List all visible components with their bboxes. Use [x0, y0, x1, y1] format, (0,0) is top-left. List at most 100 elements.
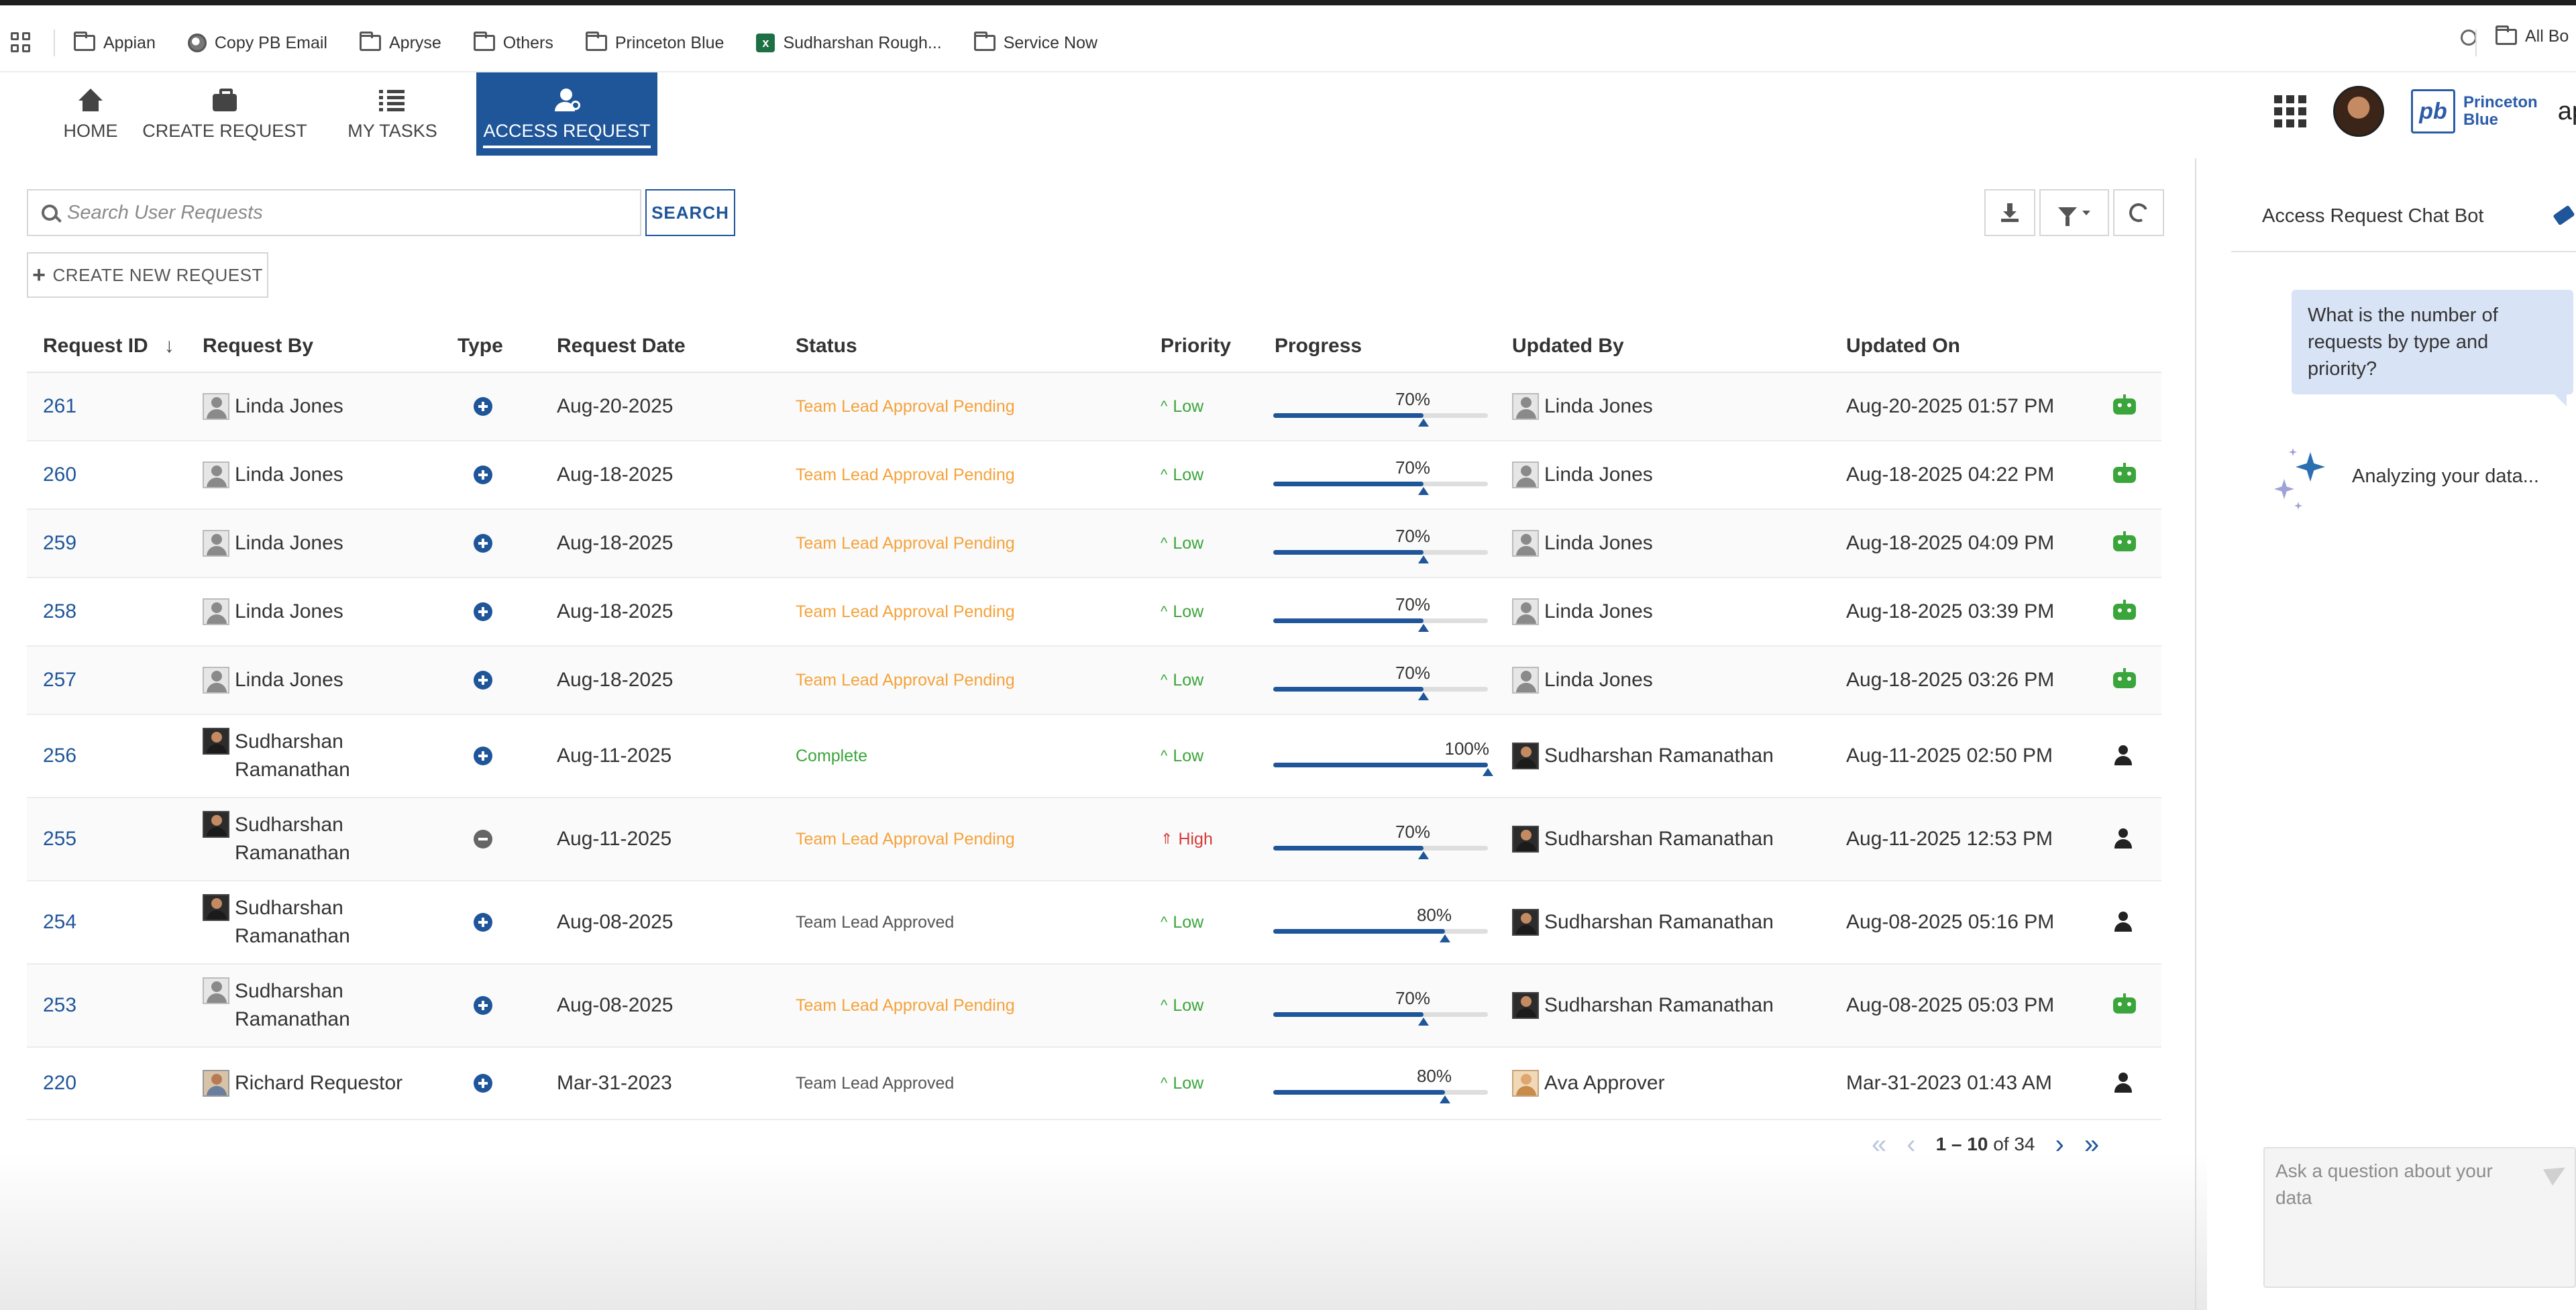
chevron-up-icon: ^: [1161, 535, 1168, 551]
avatar: [203, 728, 229, 755]
table-row[interactable]: 261 Linda Jones Aug-20-2025 Team Lead Appro…: [27, 373, 2161, 441]
logo-mark: pb: [2411, 89, 2455, 133]
request-id-link[interactable]: 220: [43, 1048, 76, 1119]
app-launcher-icon[interactable]: [2274, 95, 2306, 127]
request-by-cell: Sudharshan Ramanathan: [203, 881, 409, 963]
filter-button[interactable]: [2039, 189, 2109, 236]
table-row[interactable]: 257 Linda Jones Aug-18-2025 Team Lead Appro…: [27, 647, 2161, 715]
column-header-request-id[interactable]: Request ID ↓: [43, 319, 174, 373]
column-header-request-date[interactable]: Request Date: [557, 319, 686, 373]
nav-tab-home[interactable]: HOME: [40, 72, 141, 156]
request-id-link[interactable]: 254: [43, 881, 76, 963]
avatar: [1512, 909, 1539, 936]
extension-icon[interactable]: [2461, 30, 2477, 46]
request-id-link[interactable]: 253: [43, 965, 76, 1046]
bookmark-item[interactable]: Service Now: [973, 32, 1097, 53]
updater-name: Sudharshan Ramanathan: [1544, 745, 1774, 767]
person-icon: [2113, 1073, 2133, 1094]
folder-icon: [74, 32, 95, 51]
bookmarks-divider-right: [2475, 30, 2477, 56]
column-header-status[interactable]: Status: [796, 319, 857, 373]
table-row[interactable]: 260 Linda Jones Aug-18-2025 Team Lead Appro…: [27, 441, 2161, 510]
request-id-link[interactable]: 255: [43, 798, 76, 880]
add-access-icon: [474, 913, 492, 932]
bookmarks-bar: Appian Copy PB Email Apryse Others Princeton…: [0, 0, 2576, 72]
add-access-icon: [474, 534, 492, 553]
download-button[interactable]: [1984, 189, 2035, 236]
priority-label: Low: [1173, 670, 1204, 690]
progress-cell: 80%: [1273, 881, 1501, 963]
chat-input[interactable]: [2275, 1158, 2530, 1272]
clear-chat-icon[interactable]: [2553, 205, 2575, 226]
add-access-icon: [474, 671, 492, 690]
apps-grid-icon[interactable]: [11, 32, 31, 52]
avatar: [1512, 826, 1539, 853]
request-id-link[interactable]: 258: [43, 578, 76, 645]
table-row[interactable]: 258 Linda Jones Aug-18-2025 Team Lead Appro…: [27, 578, 2161, 647]
search-input[interactable]: [67, 201, 617, 224]
type-cell: [474, 578, 492, 645]
updater: Linda Jones: [1512, 461, 1653, 489]
sort-desc-icon[interactable]: ↓: [164, 335, 174, 358]
table-row[interactable]: 220 Richard Requestor Mar-31-2023 Team Lead…: [27, 1048, 2161, 1120]
send-icon[interactable]: [2543, 1159, 2570, 1186]
priority-cell: ^ Low: [1161, 715, 1203, 797]
column-header-request-by[interactable]: Request By: [203, 319, 313, 373]
actor-cell: [2113, 373, 2136, 440]
folder-icon: [359, 32, 381, 51]
avatar: [1512, 743, 1539, 769]
column-header-progress[interactable]: Progress: [1275, 319, 1362, 373]
progress-fill: [1273, 763, 1488, 767]
refresh-button[interactable]: [2113, 189, 2164, 236]
requester-name: Linda Jones: [235, 669, 343, 691]
progress-cell: 70%: [1273, 647, 1501, 714]
column-header-priority[interactable]: Priority: [1161, 319, 1231, 373]
progress-fill: [1273, 846, 1424, 851]
request-id-link[interactable]: 261: [43, 373, 76, 440]
request-by-cell: Linda Jones: [203, 510, 343, 577]
progress-fill: [1273, 929, 1445, 934]
create-new-request-button[interactable]: + CREATE NEW REQUEST: [27, 252, 268, 298]
search-button[interactable]: SEARCH: [645, 189, 735, 236]
bookmark-item[interactable]: Copy PB Email: [187, 34, 327, 53]
progress-value: 80%: [1416, 1066, 1452, 1086]
actor-cell: [2113, 510, 2136, 577]
request-id-link[interactable]: 259: [43, 510, 76, 577]
request-date: Aug-08-2025: [557, 911, 674, 933]
request-id-link[interactable]: 260: [43, 441, 76, 508]
all-bookmarks[interactable]: All Bo: [2496, 25, 2569, 46]
bookmark-item[interactable]: Apryse: [359, 32, 441, 53]
table-row[interactable]: 255 Sudharshan Ramanathan Aug-11-2025 Team …: [27, 798, 2161, 881]
bookmark-item[interactable]: Appian: [74, 32, 156, 53]
nav-tab-create-request[interactable]: CREATE REQUEST: [141, 72, 309, 156]
add-access-icon: [474, 747, 492, 765]
table-row[interactable]: 253 Sudharshan Ramanathan Aug-08-2025 Team …: [27, 965, 2161, 1048]
type-cell: [474, 647, 492, 714]
progress-bar: 70%: [1273, 380, 1488, 433]
avatar: [203, 461, 229, 488]
progress-fill: [1273, 550, 1424, 555]
column-header-type[interactable]: Type: [458, 319, 503, 373]
refresh-icon: [2127, 201, 2151, 225]
bookmark-item[interactable]: Princeton Blue: [585, 32, 724, 53]
user-avatar[interactable]: [2333, 86, 2384, 137]
column-header-updated-on[interactable]: Updated On: [1846, 319, 1960, 373]
chevron-up-icon: ^: [1161, 997, 1168, 1014]
column-header-updated-by[interactable]: Updated By: [1512, 319, 1624, 373]
table-row[interactable]: 256 Sudharshan Ramanathan Aug-11-2025 Compl…: [27, 715, 2161, 798]
bookmark-item[interactable]: Others: [473, 32, 553, 53]
avatar: [203, 1070, 229, 1097]
request-id-link[interactable]: 257: [43, 647, 76, 714]
updater: Sudharshan Ramanathan: [1512, 742, 1774, 770]
table-row[interactable]: 254 Sudharshan Ramanathan Aug-08-2025 Team …: [27, 881, 2161, 965]
avatar: [1512, 598, 1539, 625]
header-actions: pb Princeton Blue ap: [2274, 86, 2576, 137]
bookmark-item[interactable]: x Sudharshan Rough...: [756, 34, 942, 53]
priority-label: High: [1178, 829, 1213, 849]
request-id-link[interactable]: 256: [43, 715, 76, 797]
nav-tab-my-tasks[interactable]: MY TASKS: [309, 72, 476, 156]
nav-tab-access-request[interactable]: ACCESS REQUEST: [476, 72, 657, 156]
updated-by-cell: Sudharshan Ramanathan: [1512, 881, 1774, 963]
chevron-up-icon: ^: [1161, 1075, 1168, 1091]
table-row[interactable]: 259 Linda Jones Aug-18-2025 Team Lead Appro…: [27, 510, 2161, 578]
